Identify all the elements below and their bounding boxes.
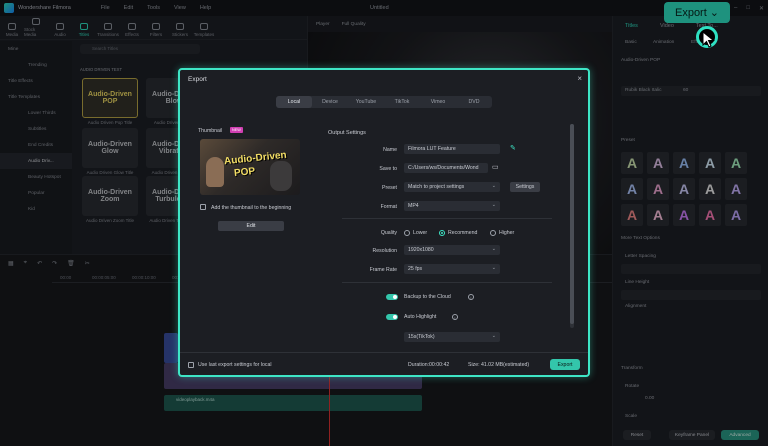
tab-tiktok[interactable]: TikTok (384, 96, 420, 108)
size-estimate-text: Size: 41.02 MB(estimated) (468, 362, 530, 368)
export-target-tabs: Local Device YouTube TikTok Vimeo DVD (276, 96, 492, 108)
settings-button[interactable]: Settings (510, 182, 540, 192)
format-select[interactable]: MP4 ⌄ (404, 201, 500, 211)
tab-vimeo[interactable]: Vimeo (420, 96, 456, 108)
chevron-down-icon: ⌄ (491, 333, 496, 339)
save-path-value: C:/Users/ws/Documents/Wond (408, 165, 479, 171)
format-label: Format (380, 204, 397, 210)
backup-cloud-label: Backup to the Cloud (404, 294, 451, 300)
close-icon[interactable]: × (577, 74, 582, 83)
name-label: Name (383, 147, 397, 153)
info-icon[interactable]: i (468, 294, 474, 300)
settings-scrollbar[interactable] (570, 124, 574, 328)
highlight-duration-select[interactable]: 15s(TikTok) ⌄ (404, 332, 500, 342)
frame-rate-value: 25 fps (408, 266, 423, 272)
ai-edit-icon[interactable]: ✎ (510, 144, 516, 152)
name-value: Filmora LUT Feature (408, 146, 456, 152)
quality-higher-radio[interactable] (490, 230, 496, 236)
thumb-title-text: POP (233, 165, 256, 180)
thumbnail-label: Thumbnail (198, 128, 223, 134)
preset-value: Match to project settings (408, 184, 465, 190)
quality-recommend-label: Recommend (448, 230, 478, 236)
add-thumbnail-label: Add the thumbnail to the beginning (211, 205, 292, 211)
name-input[interactable]: Filmora LUT Feature (404, 144, 500, 154)
folder-icon[interactable]: ▭ (492, 163, 499, 171)
filmora-window: Wondershare Filmora File Edit Tools View… (0, 0, 768, 446)
thumb-person (270, 161, 292, 191)
tab-device[interactable]: Device (312, 96, 348, 108)
preset-select[interactable]: Match to project settings ⌄ (404, 182, 500, 192)
preset-label: Preset (382, 185, 397, 191)
tab-dvd[interactable]: DVD (456, 96, 492, 108)
save-to-label: Save to (379, 166, 397, 172)
backup-cloud-toggle[interactable] (386, 294, 398, 300)
resolution-select[interactable]: 1920x1080 ⌄ (404, 245, 500, 255)
new-badge: NEW (230, 127, 243, 133)
tab-local[interactable]: Local (276, 96, 312, 108)
save-path-input[interactable]: C:/Users/ws/Documents/Wond (404, 163, 488, 173)
mouse-cursor-icon (702, 31, 715, 48)
quality-recommend-radio[interactable] (439, 230, 445, 236)
use-last-settings-checkbox[interactable] (188, 362, 194, 368)
chevron-down-icon: ⌄ (491, 246, 496, 252)
dialog-title: Export (188, 76, 207, 83)
divider (342, 282, 552, 283)
footer-divider (180, 352, 588, 353)
edit-thumbnail-button[interactable]: Edit (218, 221, 284, 231)
quality-lower-label: Lower (413, 230, 428, 236)
frame-rate-label: Frame Rate (369, 267, 397, 273)
settings-label: Settings (515, 184, 535, 190)
tab-youtube[interactable]: YouTube (348, 96, 384, 108)
resolution-value: 1920x1080 (408, 247, 434, 253)
thumb-person (206, 157, 224, 187)
highlight-duration-value: 15s(TikTok) (408, 334, 435, 340)
resolution-label: Resolution (372, 248, 397, 254)
duration-text: Duration:00:00:42 (408, 362, 450, 368)
auto-highlight-toggle[interactable] (386, 314, 398, 320)
scrollbar-thumb[interactable] (570, 124, 574, 324)
divider (342, 218, 552, 219)
format-value: MP4 (408, 203, 419, 209)
export-dialog: Export × Local Device YouTube TikTok Vim… (178, 68, 590, 377)
use-last-settings-label: Use last export settings for local (198, 362, 272, 368)
thumbnail-preview[interactable]: Audio-Driven POP (200, 139, 300, 195)
export-button[interactable]: Export (550, 359, 580, 370)
chevron-down-icon: ⌄ (491, 202, 496, 208)
chevron-down-icon: ⌄ (491, 183, 496, 189)
chevron-down-icon: ⌄ (491, 265, 496, 271)
output-settings-heading: Output Settings (328, 130, 366, 136)
add-thumbnail-checkbox[interactable] (200, 204, 206, 210)
info-icon[interactable]: i (452, 314, 458, 320)
frame-rate-select[interactable]: 25 fps ⌄ (404, 264, 500, 274)
auto-highlight-label: Auto Highlight (404, 314, 437, 320)
quality-higher-label: Higher (499, 230, 515, 236)
quality-label: Quality (380, 230, 397, 236)
quality-lower-radio[interactable] (404, 230, 410, 236)
